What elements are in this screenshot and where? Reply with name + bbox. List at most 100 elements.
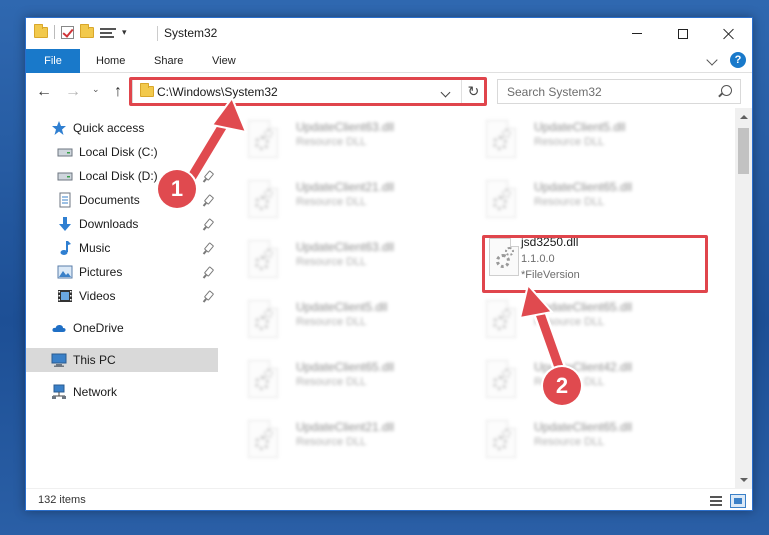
scroll-up-button[interactable] bbox=[735, 108, 752, 125]
address-path[interactable]: C:\Windows\System32 bbox=[157, 85, 278, 99]
vertical-scrollbar[interactable] bbox=[735, 108, 752, 488]
file-version: 1.1.0.0 bbox=[521, 253, 555, 265]
properties-check-icon[interactable] bbox=[61, 25, 74, 39]
search-input[interactable]: Search System32 bbox=[497, 79, 741, 104]
star-icon bbox=[51, 120, 67, 136]
large-icons-view-icon[interactable] bbox=[730, 494, 746, 508]
music-icon bbox=[57, 240, 73, 256]
list-item[interactable]: UpdateClient63.dll Resource DLL bbox=[231, 108, 451, 160]
sidebar-item-onedrive[interactable]: OneDrive bbox=[26, 316, 218, 340]
customize-view-icon[interactable] bbox=[100, 26, 116, 39]
quick-access-toolbar: ▾ bbox=[34, 23, 127, 39]
arrow-up-icon bbox=[739, 114, 748, 119]
sidebar-item-network[interactable]: Network bbox=[26, 380, 218, 404]
dll-file-icon bbox=[248, 420, 278, 458]
forward-button[interactable]: → bbox=[63, 82, 83, 102]
expand-ribbon-chevron-icon[interactable] bbox=[706, 54, 718, 66]
list-item[interactable]: UpdateClient65.dll Resource DLL bbox=[469, 288, 689, 340]
file-description: Resource DLL bbox=[296, 316, 367, 328]
file-description: Resource DLL bbox=[534, 136, 605, 148]
list-item[interactable]: UpdateClient63.dll Resource DLL bbox=[231, 228, 451, 280]
list-item[interactable]: UpdateClient21.dll Resource DLL bbox=[231, 168, 451, 220]
maximize-icon bbox=[678, 28, 688, 39]
target-dll-item[interactable]: jsd3250.dll 1.1.0.0 *FileVersion bbox=[469, 228, 689, 281]
pin-icon[interactable] bbox=[203, 146, 215, 157]
file-name: UpdateClient63.dll bbox=[296, 120, 395, 134]
list-item[interactable]: UpdateClient65.dll Resource DLL bbox=[469, 408, 689, 460]
scroll-down-button[interactable] bbox=[735, 471, 752, 488]
sidebar-item-music[interactable]: Music bbox=[26, 236, 218, 260]
pin-icon[interactable] bbox=[203, 266, 215, 277]
close-icon bbox=[723, 28, 735, 40]
sidebar-item-label: OneDrive bbox=[73, 321, 124, 335]
file-description: Resource DLL bbox=[296, 196, 367, 208]
file-name: UpdateClient63.dll bbox=[296, 240, 395, 254]
download-icon bbox=[57, 216, 73, 232]
pin-icon[interactable] bbox=[203, 242, 215, 253]
sidebar-item-videos[interactable]: Videos bbox=[26, 284, 218, 308]
address-history-chevron-icon[interactable] bbox=[440, 87, 451, 98]
list-item[interactable]: UpdateClient65.dll Resource DLL bbox=[469, 168, 689, 220]
file-list: UpdateClient63.dll Resource DLL UpdateCl… bbox=[231, 108, 736, 488]
navigation-bar: ← → ⌄ ↑ C:\Windows\System32 ↻ Search Sys… bbox=[26, 76, 752, 108]
file-name: UpdateClient65.dll bbox=[534, 300, 633, 314]
file-name: UpdateClient5.dll bbox=[296, 300, 388, 314]
toolbar-separator bbox=[54, 25, 55, 39]
minimize-button[interactable] bbox=[614, 18, 660, 49]
tab-file[interactable]: File bbox=[26, 49, 80, 73]
close-button[interactable] bbox=[706, 18, 752, 49]
file-name: jsd3250.dll bbox=[521, 235, 579, 249]
sidebar-item-downloads[interactable]: Downloads bbox=[26, 212, 218, 236]
file-description: Resource DLL bbox=[534, 196, 605, 208]
dll-file-icon bbox=[486, 360, 516, 398]
sidebar-item-this-pc[interactable]: This PC bbox=[26, 348, 218, 372]
dll-file-icon bbox=[486, 420, 516, 458]
dll-file-icon bbox=[489, 238, 519, 276]
customize-toolbar-chevron-icon[interactable]: ▾ bbox=[122, 27, 127, 37]
search-icon[interactable] bbox=[721, 85, 732, 96]
tab-view[interactable]: View bbox=[212, 49, 236, 73]
folder-icon bbox=[34, 23, 48, 38]
pin-icon[interactable] bbox=[203, 170, 215, 181]
address-bar[interactable]: C:\Windows\System32 ↻ bbox=[132, 79, 486, 104]
dll-file-icon bbox=[248, 120, 278, 158]
maximize-button[interactable] bbox=[660, 18, 706, 49]
videos-icon bbox=[57, 288, 73, 304]
list-item[interactable]: UpdateClient5.dll Resource DLL bbox=[469, 108, 689, 160]
tab-home[interactable]: Home bbox=[96, 49, 125, 73]
scroll-thumb[interactable] bbox=[738, 128, 749, 174]
dll-file-icon bbox=[248, 300, 278, 338]
tab-share[interactable]: Share bbox=[154, 49, 183, 73]
list-item[interactable]: UpdateClient5.dll Resource DLL bbox=[231, 288, 451, 340]
minimize-icon bbox=[632, 33, 642, 34]
sidebar-item-label: Quick access bbox=[73, 121, 145, 135]
recent-locations-chevron-icon[interactable]: ⌄ bbox=[92, 84, 100, 95]
title-bar: ▾ System32 bbox=[26, 18, 752, 49]
pictures-icon bbox=[57, 264, 73, 280]
sidebar-item-label: Music bbox=[79, 241, 111, 255]
details-view-icon[interactable] bbox=[708, 494, 724, 508]
dll-file-icon bbox=[486, 120, 516, 158]
address-folder-icon bbox=[140, 83, 154, 97]
file-name: UpdateClient65.dll bbox=[296, 360, 395, 374]
status-bar: 132 items bbox=[26, 488, 752, 512]
back-button[interactable]: ← bbox=[34, 82, 54, 102]
list-item[interactable]: UpdateClient21.dll Resource DLL bbox=[231, 408, 451, 460]
title-separator bbox=[157, 26, 158, 41]
dll-file-icon bbox=[248, 240, 278, 278]
sidebar-item-quick-access[interactable]: Quick access bbox=[26, 116, 218, 140]
pin-icon[interactable] bbox=[203, 290, 215, 301]
pin-icon[interactable] bbox=[203, 194, 215, 205]
sidebar-item-label: Downloads bbox=[79, 217, 139, 231]
pin-icon[interactable] bbox=[203, 218, 215, 229]
up-button[interactable]: ↑ bbox=[108, 82, 128, 102]
file-description: Resource DLL bbox=[534, 316, 605, 328]
sidebar-item-local-disk-c[interactable]: Local Disk (C:) bbox=[26, 140, 218, 164]
help-icon[interactable]: ? bbox=[730, 52, 746, 68]
explorer-window: ▾ System32 File Home Share View ? ← → ⌄ … bbox=[25, 17, 753, 511]
new-folder-icon[interactable] bbox=[80, 23, 94, 38]
sidebar-item-pictures[interactable]: Pictures bbox=[26, 260, 218, 284]
list-item[interactable]: UpdateClient65.dll Resource DLL bbox=[231, 348, 451, 400]
refresh-button[interactable]: ↻ bbox=[461, 80, 485, 103]
file-name: UpdateClient21.dll bbox=[296, 420, 395, 434]
